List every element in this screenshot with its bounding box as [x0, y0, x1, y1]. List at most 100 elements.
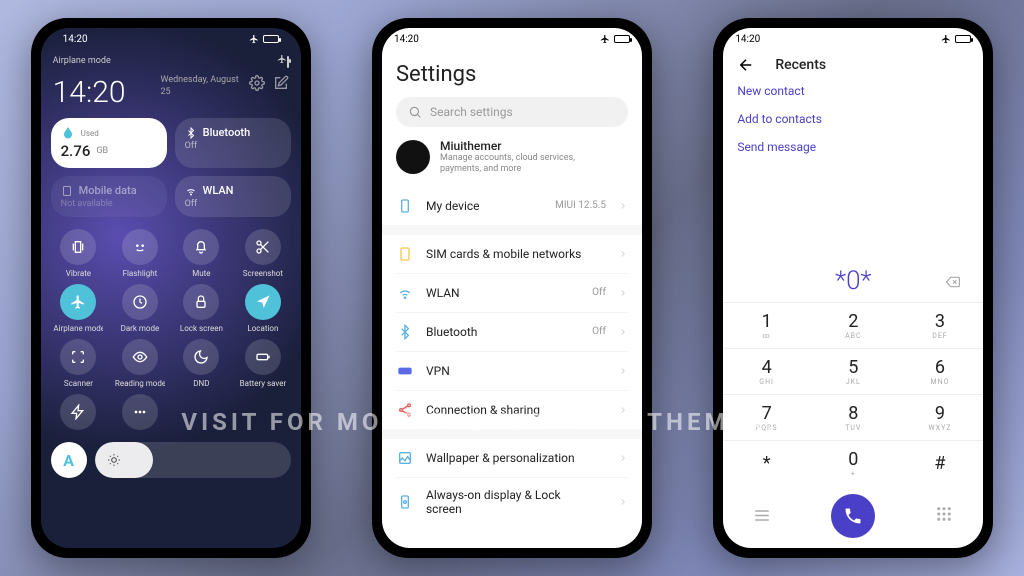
dialer-link[interactable]: New contact	[737, 84, 969, 98]
settings-screen: 14:20 Settings Search settings Miuitheme…	[382, 28, 642, 548]
grid-icon	[935, 505, 953, 523]
account-desc: Manage accounts, cloud services, payment…	[440, 153, 590, 175]
key-6[interactable]: 6MNO	[897, 348, 984, 394]
settings-item-share[interactable]: Connection & sharing	[396, 390, 628, 429]
toggle-dots[interactable]	[112, 394, 168, 434]
eye-icon	[122, 339, 158, 375]
dialer-link[interactable]: Send message	[737, 140, 969, 154]
toggle-plane[interactable]: Airplane mode	[51, 284, 107, 333]
toggle-scan[interactable]: Scanner	[51, 339, 107, 388]
brightness-slider[interactable]	[95, 442, 291, 478]
backspace-button[interactable]	[943, 266, 963, 296]
key-letters: JKL	[846, 378, 861, 386]
dialer-link[interactable]: Add to contacts	[737, 112, 969, 126]
wlan-tile[interactable]: WLAN Off	[175, 176, 291, 217]
settings-item-value: Off	[592, 287, 606, 298]
key-9[interactable]: 9WXYZ	[897, 394, 984, 440]
key-#[interactable]: #	[897, 440, 984, 486]
clock-icon	[122, 284, 158, 320]
avatar	[396, 140, 430, 174]
flash-icon	[122, 229, 158, 265]
settings-item-wifi[interactable]: WLANOff	[396, 273, 628, 312]
chevron-right-icon	[618, 453, 628, 463]
wifi-icon	[396, 284, 414, 302]
key-letters: MNO	[931, 378, 950, 386]
dial-display: *0*	[723, 260, 983, 302]
dialpad-button[interactable]	[935, 505, 953, 527]
status-time: 14:20	[735, 34, 760, 45]
settings-item-aod[interactable]: Always-on display & Lock screen	[396, 477, 628, 526]
key-*[interactable]: *	[723, 440, 810, 486]
battery-icon	[287, 56, 289, 68]
back-icon[interactable]	[737, 56, 755, 74]
toggle-label: Screenshot	[243, 269, 283, 278]
toggle-label: Dark mode	[121, 324, 160, 333]
key-7[interactable]: 7PQRS	[723, 394, 810, 440]
sim-icon	[396, 245, 414, 263]
cc-time: 14:20	[53, 75, 126, 110]
toggle-batt[interactable]: Battery saver	[235, 339, 291, 388]
drop-icon	[61, 126, 75, 140]
menu-icon	[753, 505, 771, 523]
data-usage-tile[interactable]: Used 2.76GB	[51, 118, 167, 168]
key-letters: TUV	[845, 424, 861, 432]
settings-item-label: Bluetooth	[426, 325, 580, 339]
toggle-moon[interactable]: DND	[174, 339, 230, 388]
toggle-label: Lock screen	[180, 324, 223, 333]
toggle-bell[interactable]: Mute	[174, 229, 230, 278]
mobile-data-tile[interactable]: Mobile data Not available	[51, 176, 167, 217]
bluetooth-tile[interactable]: Bluetooth Off	[175, 118, 291, 168]
key-number: 8	[848, 403, 858, 424]
toggle-lock[interactable]: Lock screen	[174, 284, 230, 333]
toggle-bolt[interactable]	[51, 394, 107, 434]
wifi-icon	[185, 185, 197, 197]
toggle-clock[interactable]: Dark mode	[112, 284, 168, 333]
key-3[interactable]: 3DEF	[897, 302, 984, 348]
settings-item-wall[interactable]: Wallpaper & personalization	[396, 439, 628, 477]
toggle-vibrate[interactable]: Vibrate	[51, 229, 107, 278]
toggle-nav[interactable]: Location	[235, 284, 291, 333]
toggle-label: Location	[247, 324, 278, 333]
backspace-icon	[943, 275, 963, 289]
settings-item-sim[interactable]: SIM cards & mobile networks	[396, 235, 628, 273]
settings-item-vpn[interactable]: VPN	[396, 351, 628, 390]
settings-item-label: Wallpaper & personalization	[426, 451, 594, 465]
edit-icon[interactable]	[273, 75, 289, 91]
key-4[interactable]: 4GHI	[723, 348, 810, 394]
search-input[interactable]: Search settings	[396, 97, 628, 127]
toggle-scissors[interactable]: Screenshot	[235, 229, 291, 278]
vpn-icon	[396, 362, 414, 380]
chevron-right-icon	[618, 366, 628, 376]
vibrate-icon	[60, 229, 96, 265]
toggle-flash[interactable]: Flashlight	[112, 229, 168, 278]
auto-brightness-toggle[interactable]: A	[51, 442, 87, 478]
menu-button[interactable]	[753, 505, 771, 527]
gear-icon[interactable]	[249, 75, 265, 91]
key-number: 9	[935, 403, 945, 424]
key-8[interactable]: 8TUV	[810, 394, 897, 440]
account-row[interactable]: Miuithemer Manage accounts, cloud servic…	[396, 127, 628, 187]
settings-item-bt[interactable]: BluetoothOff	[396, 312, 628, 351]
scan-icon	[60, 339, 96, 375]
phone-control-center: 14:20 Airplane mode 14:20 Wednesday, Aug…	[31, 18, 311, 558]
key-5[interactable]: 5JKL	[810, 348, 897, 394]
chevron-right-icon	[618, 405, 628, 415]
key-0[interactable]: 0+	[810, 440, 897, 486]
toggle-label: Mute	[192, 269, 210, 278]
key-1[interactable]: 1∞	[723, 302, 810, 348]
call-button[interactable]	[831, 494, 875, 538]
key-number: 2	[848, 311, 858, 332]
cc-date-line1: Wednesday, August	[160, 75, 238, 87]
settings-item-label: Connection & sharing	[426, 403, 594, 417]
key-number: 3	[935, 311, 945, 332]
settings-item-phone[interactable]: My deviceMIUI 12.5.5	[396, 187, 628, 225]
phone-icon	[396, 197, 414, 215]
settings-item-label: SIM cards & mobile networks	[426, 247, 594, 261]
plane-icon	[249, 34, 259, 44]
bell-icon	[183, 229, 219, 265]
wlan-title: WLAN	[203, 184, 234, 197]
dots-icon	[122, 394, 158, 430]
toggle-eye[interactable]: Reading mode	[112, 339, 168, 388]
search-placeholder: Search settings	[430, 105, 513, 119]
key-2[interactable]: 2ABC	[810, 302, 897, 348]
